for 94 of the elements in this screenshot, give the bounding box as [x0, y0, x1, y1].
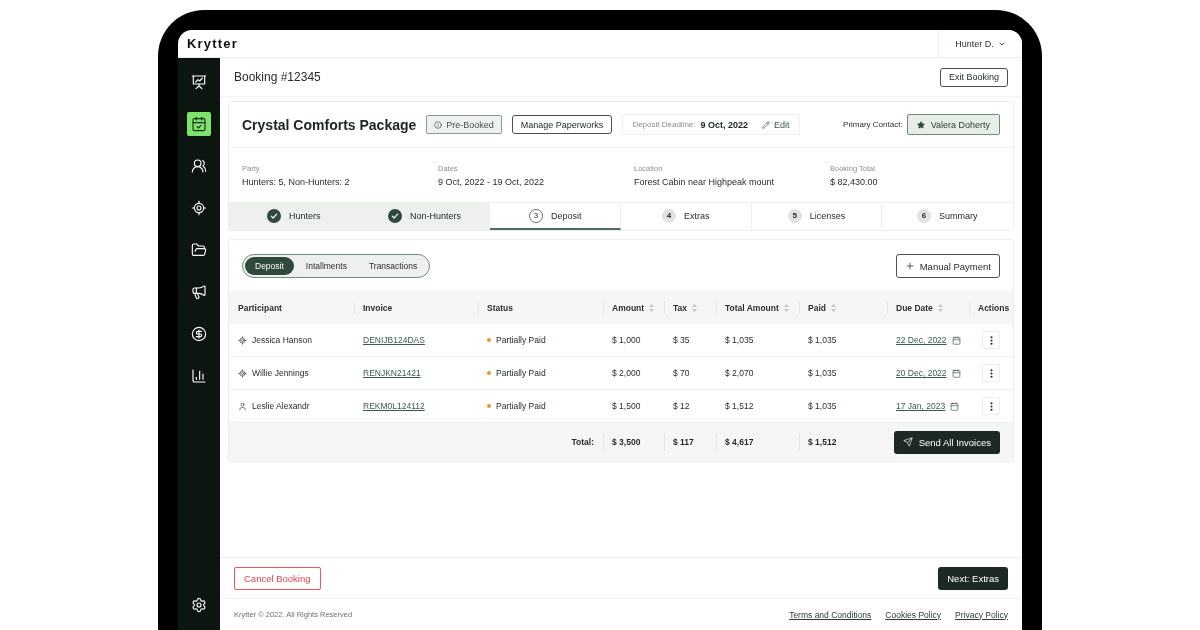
detail-value: $ 82,430.00	[830, 177, 878, 187]
participant-name: Leslie Alexandr	[252, 401, 310, 411]
users-icon	[191, 158, 207, 174]
invoice-link[interactable]: DENIJB124DAS	[363, 335, 425, 345]
grand-total-sum: $ 4,617	[725, 437, 754, 447]
step-number: 3	[528, 208, 543, 223]
total-amount-value: $ 1,035	[725, 335, 754, 345]
due-date-link[interactable]: 20 Dec, 2022	[896, 368, 947, 378]
paid-value: $ 1,035	[808, 335, 837, 345]
calendar-icon[interactable]	[951, 368, 961, 378]
footer-link[interactable]: Privacy Policy	[955, 609, 1008, 620]
status-label: Partially Paid	[496, 401, 546, 411]
total-label: Total:	[571, 437, 594, 447]
primary-contact-button[interactable]: Valera Doherty	[906, 114, 1000, 135]
due-date-link[interactable]: 22 Dec, 2022	[896, 335, 947, 345]
calendar-icon[interactable]	[951, 335, 961, 345]
next-step-button[interactable]: Next: Extras	[938, 566, 1008, 590]
column-header: Status	[487, 302, 513, 313]
package-title: Crystal Comforts Package	[242, 116, 417, 133]
bar-chart-icon	[191, 368, 207, 384]
column-header: Due Date	[896, 302, 933, 313]
footer-link[interactable]: Cookies Policy	[885, 609, 942, 620]
amount-value: $ 1,500	[612, 401, 641, 411]
deadline-value: 9 Oct, 2022	[700, 119, 749, 130]
amount-value: $ 2,000	[612, 368, 641, 378]
step-number: 4	[662, 208, 677, 223]
column-header: Participant	[238, 302, 282, 313]
manual-payment-button[interactable]: Manual Payment	[895, 254, 1000, 278]
send-icon	[902, 437, 913, 447]
segment-tab[interactable]: Deposit	[245, 257, 294, 275]
cancel-booking-button[interactable]: Cancel Booking	[234, 566, 321, 590]
detail-value: Hunters: 5, Non-Hunters: 2	[242, 177, 350, 187]
column-header: Total Amount	[725, 302, 779, 313]
plus-icon	[904, 261, 915, 271]
status-badge: Pre-Booked	[426, 115, 502, 134]
column-header: Paid	[808, 302, 826, 313]
status-label: Partially Paid	[496, 335, 546, 345]
tax-value: $ 12	[673, 401, 690, 411]
detail-value: Forest Cabin near Highpeak mount	[634, 177, 775, 187]
due-date-link[interactable]: 17 Jan, 2023	[896, 401, 946, 411]
total-amount-sum: $ 3,500	[612, 437, 641, 447]
column-header: Actions	[978, 302, 1010, 313]
step-number: 5	[787, 208, 802, 223]
exit-booking-button[interactable]: Exit Booking	[939, 67, 1008, 87]
status-label: Partially Paid	[496, 368, 546, 378]
column-header: Tax	[673, 302, 688, 313]
participant-name: Jessica Hanson	[252, 335, 312, 345]
sidebar-item[interactable]	[187, 112, 211, 136]
star-icon	[916, 120, 925, 129]
send-all-invoices-button[interactable]: Send All Invoices	[893, 430, 1000, 454]
info-icon	[434, 120, 443, 129]
total-amount-value: $ 2,070	[725, 368, 754, 378]
pencil-icon	[762, 120, 771, 129]
deadline-label: Deposit Deadline:	[632, 120, 696, 129]
page-title: Booking #12345	[234, 70, 321, 84]
column-header: Invoice	[363, 302, 393, 313]
paid-value: $ 1,035	[808, 368, 837, 378]
step-tab[interactable]: 3 Deposit	[490, 203, 621, 230]
settings-icon	[191, 597, 207, 613]
row-actions-button[interactable]	[982, 397, 1000, 415]
paid-value: $ 1,035	[808, 401, 837, 411]
check-circle-icon	[267, 208, 282, 223]
total-tax-sum: $ 117	[673, 437, 694, 447]
amount-value: $ 1,000	[612, 335, 641, 345]
contact-label: Primary Contact:	[843, 120, 903, 129]
dollar-icon	[191, 326, 207, 342]
total-paid-sum: $ 1,512	[808, 437, 837, 447]
detail-value: 9 Oct, 2022 - 19 Oct, 2022	[438, 177, 545, 187]
invoice-link[interactable]: RENJKN21421	[363, 368, 421, 378]
edit-button[interactable]: Edit	[762, 119, 790, 130]
megaphone-icon	[191, 284, 207, 300]
calendar-check-icon	[191, 116, 207, 132]
invoice-link[interactable]: REKM0L124112	[363, 401, 425, 411]
row-actions-button[interactable]	[982, 331, 1000, 349]
footer-link[interactable]: Terms and Conditions	[789, 609, 872, 620]
presentation-chart-icon	[191, 74, 207, 90]
step-tab[interactable]: Non-Hunters	[359, 203, 491, 230]
app-logo: Krytter	[187, 36, 239, 51]
participant-name: Willie Jennings	[252, 368, 309, 378]
user-menu-button[interactable]: Hunter D.	[938, 30, 1022, 57]
total-amount-value: $ 1,512	[725, 401, 754, 411]
tax-value: $ 70	[673, 368, 690, 378]
calendar-icon[interactable]	[950, 401, 960, 411]
column-header: Amount	[612, 302, 645, 313]
manage-paperworks-button[interactable]: Manage Paperworks	[511, 115, 613, 134]
tax-value: $ 35	[673, 335, 690, 345]
crosshair-icon	[191, 200, 207, 216]
row-actions-button[interactable]	[982, 364, 1000, 382]
step-tab[interactable]: Hunters	[229, 203, 360, 230]
check-circle-icon	[387, 208, 402, 223]
folder-icon	[191, 242, 207, 258]
step-number: 6	[916, 208, 931, 223]
segment-tab[interactable]: Intallments	[295, 257, 357, 275]
segment-tab[interactable]: Transactions	[358, 257, 428, 275]
